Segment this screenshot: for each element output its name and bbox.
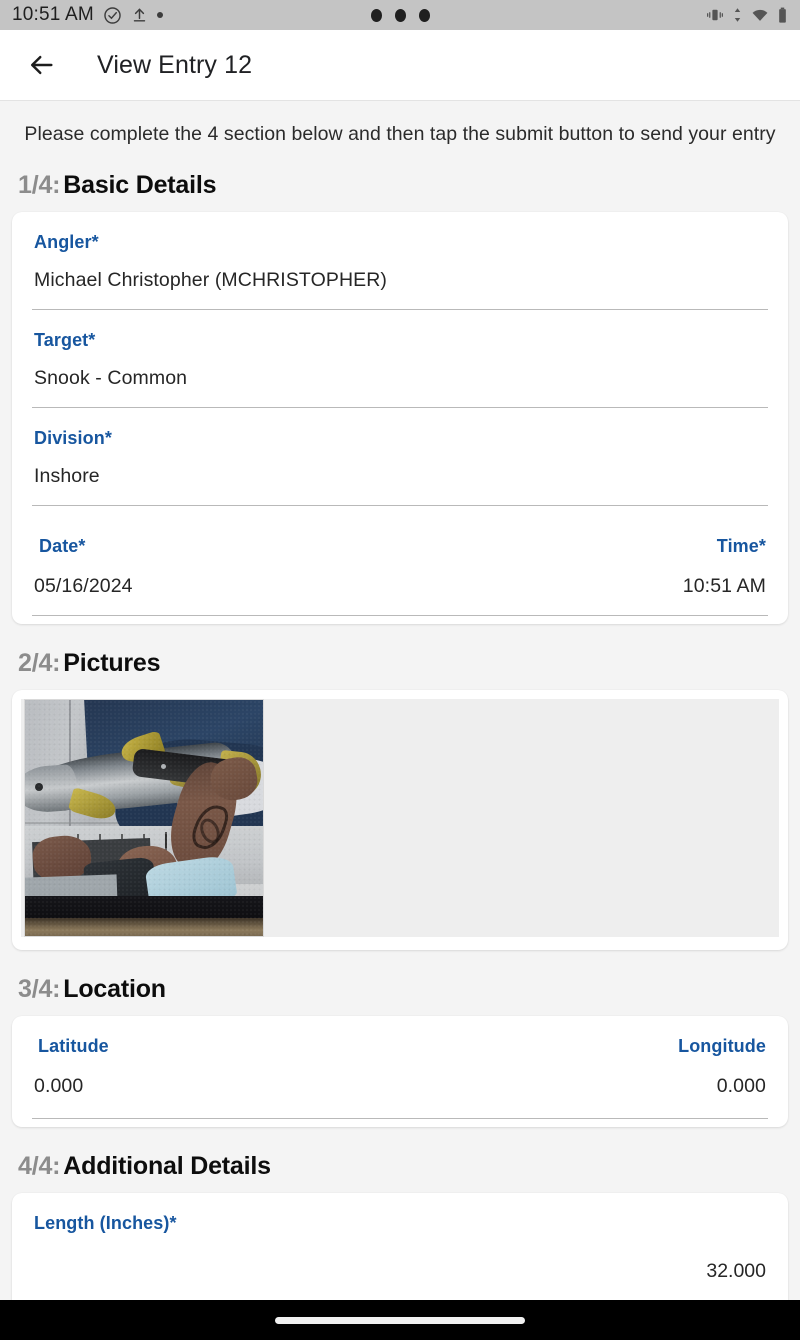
camera-cutout-dot (418, 8, 430, 22)
picture-thumbnail[interactable] (24, 699, 264, 937)
section-number: 4/4: (18, 1152, 61, 1180)
card-bottom-spacer (12, 616, 788, 624)
upload-icon (131, 6, 148, 25)
section-number: 3/4: (18, 975, 61, 1003)
field-label: Longitude (678, 1036, 766, 1056)
check-circle-icon (103, 6, 122, 25)
date-column[interactable]: Date* 05/16/2024 (32, 536, 400, 598)
field-label: Date* (39, 536, 86, 556)
field-target[interactable]: Target* Snook - Common (12, 310, 788, 408)
section-number: 2/4: (18, 649, 61, 677)
field-value: Inshore (34, 465, 100, 487)
time-column[interactable]: Time* 10:51 AM (400, 536, 768, 598)
system-navigation-bar (0, 1300, 800, 1340)
section-header-additional-details: 4/4: Additional Details (0, 1127, 800, 1193)
field-label: Division* (34, 428, 112, 448)
status-bar-right (705, 6, 788, 25)
form-content: Please complete the 4 section below and … (0, 101, 800, 1340)
data-transfer-icon (732, 6, 743, 24)
page-title: View Entry 12 (97, 50, 253, 79)
notification-dot-icon (156, 12, 163, 18)
field-date-time-row: Date* 05/16/2024 Time* 10:51 AM (12, 506, 788, 616)
basic-details-card: Angler* Michael Christopher (MCHRISTOPHE… (12, 212, 788, 624)
section-title: Additional Details (63, 1152, 271, 1180)
status-bar-clock: 10:51 AM (12, 4, 94, 25)
latitude-column[interactable]: Latitude 0.000 (32, 1036, 400, 1098)
field-label: Angler* (34, 232, 99, 252)
longitude-column[interactable]: Longitude 0.000 (400, 1036, 768, 1098)
app-bar: View Entry 12 (0, 30, 800, 101)
card-bottom-spacer (12, 1119, 788, 1127)
location-card: Latitude 0.000 Longitude 0.000 (12, 1016, 788, 1127)
field-value: Snook - Common (34, 367, 188, 389)
field-angler[interactable]: Angler* Michael Christopher (MCHRISTOPHE… (12, 212, 788, 310)
status-bar: 10:51 AM (0, 0, 800, 30)
vibrate-icon (705, 6, 725, 24)
instructions-text: Please complete the 4 section below and … (24, 123, 776, 145)
photo-wood-edge (25, 918, 263, 936)
field-label: Length (Inches)* (34, 1213, 177, 1233)
back-arrow-icon (30, 55, 53, 75)
field-label: Target* (34, 330, 96, 350)
section-number: 1/4: (18, 171, 61, 199)
field-value: 32.000 (706, 1260, 766, 1282)
section-header-basic-details: 1/4: Basic Details (0, 146, 800, 212)
section-header-location: 3/4: Location (0, 950, 800, 1016)
pictures-card (12, 690, 788, 950)
section-title: Location (63, 975, 166, 1003)
field-division[interactable]: Division* Inshore (12, 408, 788, 506)
date-time-labels: Date* 05/16/2024 Time* 10:51 AM (32, 536, 768, 598)
field-label: Time* (716, 536, 766, 556)
photo-fish-eye (35, 783, 43, 791)
field-lat-long-row: Latitude 0.000 Longitude 0.000 (12, 1016, 788, 1119)
gesture-handle[interactable] (275, 1316, 525, 1324)
back-button[interactable] (20, 43, 64, 87)
field-length[interactable]: Length (Inches)* 32.000 (12, 1193, 788, 1302)
wifi-icon (750, 7, 770, 24)
section-header-pictures: 2/4: Pictures (0, 624, 800, 690)
picture-strip (21, 699, 779, 937)
battery-icon (777, 6, 788, 25)
section-title: Pictures (63, 649, 161, 677)
app-screen: 10:51 AM View Entry 12 Please complete t… (0, 0, 800, 1340)
status-bar-left: 10:51 AM (12, 4, 163, 26)
photo-grip-detail (161, 764, 166, 769)
field-value: Michael Christopher (MCHRISTOPHER) (34, 269, 388, 291)
field-value: 05/16/2024 (34, 575, 133, 597)
section-title: Basic Details (63, 171, 217, 199)
field-value: 0.000 (716, 1075, 766, 1097)
field-value: 0.000 (34, 1075, 84, 1097)
field-label: Latitude (38, 1036, 109, 1056)
camera-cutout-dot (370, 8, 382, 22)
camera-cutout-dot (394, 8, 406, 22)
lat-long-columns: Latitude 0.000 Longitude 0.000 (32, 1036, 768, 1098)
field-value: 10:51 AM (682, 575, 766, 597)
